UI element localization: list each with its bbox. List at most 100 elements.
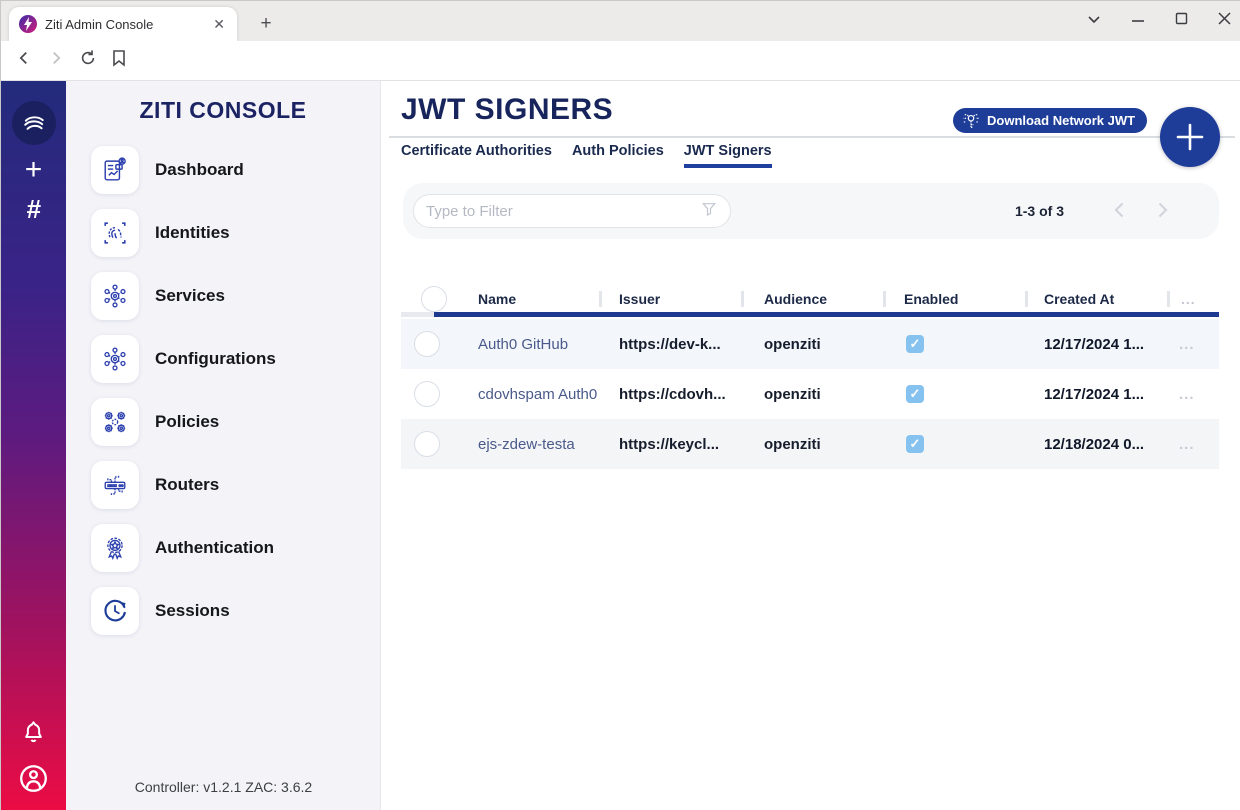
browser-toolbar: https://ctrl.cdaws.clint.demo.openziti.o… — [1, 41, 1240, 81]
pagination-next-icon[interactable] — [1151, 199, 1173, 226]
back-icon[interactable] — [15, 49, 33, 72]
maximize-button[interactable] — [1175, 12, 1188, 30]
cell-created-at: 12/17/2024 1... — [1044, 369, 1144, 419]
row-checkbox[interactable] — [414, 381, 440, 407]
browser-titlebar: Ziti Admin Console ✕ + — [1, 1, 1240, 41]
rail-hash-icon[interactable]: # — [1, 194, 66, 225]
row-checkbox[interactable] — [414, 431, 440, 457]
table-row[interactable]: ejs-zdew-testa https://keycl... openziti… — [401, 419, 1219, 469]
row-options-icon[interactable]: ... — [1179, 369, 1195, 419]
network-icon — [91, 272, 139, 320]
cell-audience: openziti — [764, 419, 821, 469]
filter-bar: 1-3 of 3 — [403, 183, 1219, 239]
download-network-jwt-button[interactable]: Download Network JWT — [953, 108, 1147, 133]
filter-input[interactable] — [426, 203, 700, 220]
dashboard-icon — [91, 146, 139, 194]
column-options-icon[interactable]: ... — [1181, 284, 1196, 314]
tab-jwt-signers[interactable]: JWT Signers — [684, 143, 772, 168]
enabled-checkbox[interactable]: ✓ — [906, 435, 924, 453]
close-button[interactable] — [1218, 12, 1231, 30]
header-underline-navy — [434, 312, 1219, 317]
gears-icon — [91, 398, 139, 446]
sidebar-label: Authentication — [155, 538, 274, 558]
cell-created-at: 12/17/2024 1... — [1044, 319, 1144, 369]
minimize-button[interactable] — [1131, 12, 1145, 30]
tab-title: Ziti Admin Console — [45, 17, 203, 32]
cell-audience: openziti — [764, 369, 821, 419]
bookmark-icon[interactable] — [111, 49, 127, 72]
forward-icon[interactable] — [47, 49, 65, 72]
cell-audience: openziti — [764, 319, 821, 369]
main-content: JWT SIGNERS Download Network JWT Certifi… — [381, 81, 1240, 810]
sidebar-item-identities[interactable]: Identities — [91, 209, 371, 257]
version-footer: Controller: v1.2.1 ZAC: 3.6.2 — [66, 779, 381, 795]
row-checkbox[interactable] — [414, 331, 440, 357]
tab-certificate-authorities[interactable]: Certificate Authorities — [401, 143, 552, 168]
profile-icon[interactable] — [18, 763, 49, 799]
sidebar-item-sessions[interactable]: Sessions — [91, 587, 371, 635]
cell-created-at: 12/18/2024 0... — [1044, 419, 1144, 469]
rail-add-icon[interactable]: + — [1, 153, 66, 187]
cell-issuer: https://keycl... — [619, 419, 749, 469]
jwt-key-icon — [961, 112, 981, 130]
enabled-checkbox[interactable]: ✓ — [906, 335, 924, 353]
router-icon — [91, 461, 139, 509]
tab-auth-policies[interactable]: Auth Policies — [572, 143, 664, 168]
header-divider — [389, 136, 1235, 138]
clock-icon — [91, 587, 139, 635]
ziti-favicon — [19, 15, 37, 33]
sidebar-label: Routers — [155, 475, 219, 495]
sidebar-item-services[interactable]: Services — [91, 272, 371, 320]
page-title: JWT SIGNERS — [401, 93, 613, 127]
pagination-prev-icon[interactable] — [1109, 199, 1131, 226]
download-network-jwt-label: Download Network JWT — [987, 113, 1135, 128]
table-row[interactable]: Auth0 GitHub https://dev-k... openziti ✓… — [401, 319, 1219, 369]
sidebar-item-policies[interactable]: Policies — [91, 398, 371, 446]
sidebar-label: Sessions — [155, 601, 230, 621]
fingerprint-icon — [91, 209, 139, 257]
new-tab-button[interactable]: + — [253, 11, 279, 37]
table-row[interactable]: cdovhspam Auth0 https://cdovh... openzit… — [401, 369, 1219, 419]
reload-icon[interactable] — [79, 49, 97, 72]
sidebar-item-authentication[interactable]: Authentication — [91, 524, 371, 572]
cell-name[interactable]: ejs-zdew-testa — [478, 419, 600, 469]
sidebar-item-routers[interactable]: Routers — [91, 461, 371, 509]
ziti-logo-icon[interactable] — [12, 101, 56, 145]
gradient-rail: + # — [1, 81, 66, 810]
auth-tabs: Certificate Authorities Auth Policies JW… — [401, 143, 772, 168]
cell-issuer: https://dev-k... — [619, 319, 749, 369]
cell-issuer: https://cdovh... — [619, 369, 749, 419]
notifications-bell-icon[interactable] — [20, 719, 47, 751]
sidebar-label: Dashboard — [155, 160, 244, 180]
cell-name[interactable]: cdovhspam Auth0 — [478, 369, 600, 419]
select-all-checkbox[interactable] — [421, 286, 447, 312]
sidebar-label: Identities — [155, 223, 230, 243]
row-options-icon[interactable]: ... — [1179, 319, 1195, 369]
browser-tab[interactable]: Ziti Admin Console ✕ — [9, 7, 237, 41]
add-jwt-signer-button[interactable] — [1160, 107, 1220, 167]
sidebar-item-configurations[interactable]: Configurations — [91, 335, 371, 383]
network-icon — [91, 335, 139, 383]
badge-icon — [91, 524, 139, 572]
sidebar-item-dashboard[interactable]: Dashboard — [91, 146, 371, 194]
column-header-issuer[interactable]: Issuer — [619, 284, 660, 314]
tab-search-icon[interactable] — [1087, 12, 1101, 30]
filter-funnel-icon — [700, 200, 718, 223]
header-underline-gray — [401, 312, 434, 317]
sidebar: ZITI CONSOLE Dashboard Identities Servic… — [66, 81, 381, 810]
column-header-name[interactable]: Name — [478, 284, 516, 314]
tab-close-icon[interactable]: ✕ — [211, 16, 227, 33]
column-header-enabled[interactable]: Enabled — [904, 284, 958, 314]
sidebar-label: Policies — [155, 412, 219, 432]
pagination-range: 1-3 of 3 — [1015, 183, 1064, 239]
filter-input-container[interactable] — [413, 194, 731, 228]
sidebar-label: Configurations — [155, 349, 276, 369]
column-header-created-at[interactable]: Created At — [1044, 284, 1114, 314]
cell-name[interactable]: Auth0 GitHub — [478, 319, 600, 369]
enabled-checkbox[interactable]: ✓ — [906, 385, 924, 403]
row-options-icon[interactable]: ... — [1179, 419, 1195, 469]
column-header-audience[interactable]: Audience — [764, 284, 827, 314]
sidebar-label: Services — [155, 286, 225, 306]
table-header: Name Issuer Audience Enabled Created At … — [381, 284, 1240, 314]
console-title: ZITI CONSOLE — [66, 97, 380, 124]
